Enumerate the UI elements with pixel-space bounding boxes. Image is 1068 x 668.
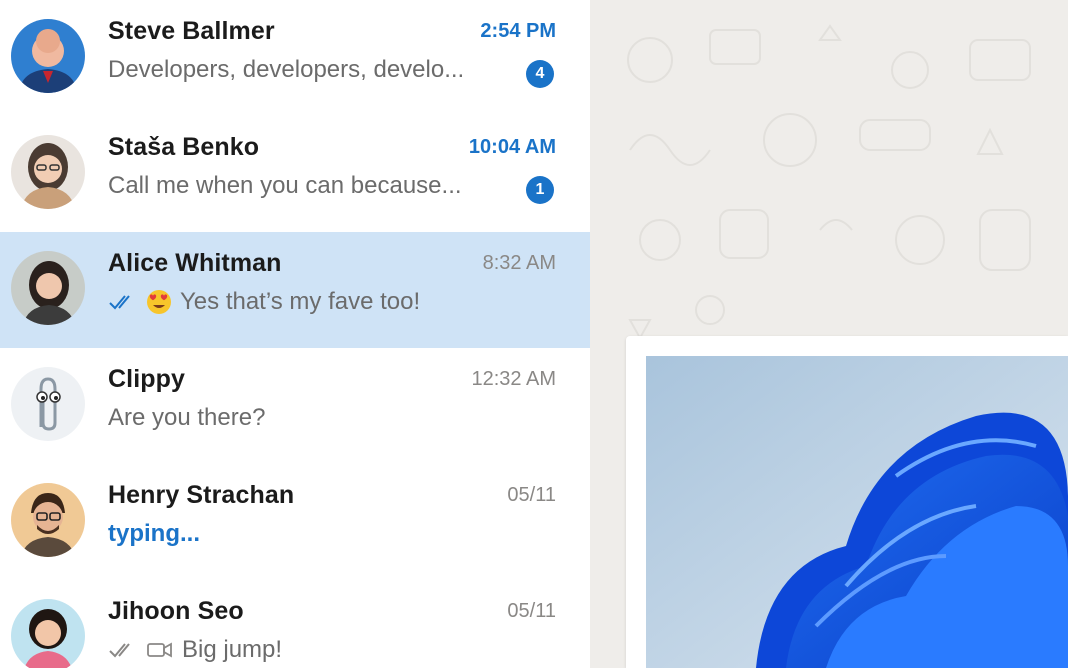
contact-name: Henry Strachan xyxy=(108,481,295,509)
preview-text: Call me when you can because... xyxy=(108,172,462,199)
avatar xyxy=(11,19,85,93)
windows-bloom-image[interactable] xyxy=(646,356,1068,668)
unread-badge: 4 xyxy=(526,60,554,88)
chat-item-jihoon-seo[interactable]: Jihoon Seo 05/11 Big jump! xyxy=(0,580,590,668)
typing-indicator: typing... xyxy=(108,520,200,547)
avatar xyxy=(11,367,85,441)
message-time: 05/11 xyxy=(507,600,556,622)
message-preview: Are you there? xyxy=(108,404,265,432)
contact-name: Jihoon Seo xyxy=(108,597,244,625)
contact-name: Steve Ballmer xyxy=(108,17,275,45)
chat-list: Steve Ballmer 2:54 PM Developers, develo… xyxy=(0,0,590,668)
chat-item-stasa-benko[interactable]: Staša Benko 10:04 AM Call me when you ca… xyxy=(0,116,590,232)
message-preview: typing... xyxy=(108,520,200,548)
contact-name: Alice Whitman xyxy=(108,249,282,277)
image-message[interactable] xyxy=(626,336,1068,668)
message-time: 10:04 AM xyxy=(468,136,556,158)
chat-item-steve-ballmer[interactable]: Steve Ballmer 2:54 PM Developers, develo… xyxy=(0,0,590,116)
avatar xyxy=(11,599,85,668)
chat-item-alice-whitman[interactable]: Alice Whitman 8:32 AM Yes that’s my fave… xyxy=(0,232,590,348)
chat-item-clippy[interactable]: Clippy 12:32 AM Are you there? xyxy=(0,348,590,464)
message-time: 2:54 PM xyxy=(480,20,556,42)
unread-badge: 1 xyxy=(526,176,554,204)
avatar xyxy=(11,483,85,557)
message-preview: Big jump! xyxy=(108,636,282,664)
message-time: 05/11 xyxy=(507,484,556,506)
double-check-icon xyxy=(108,293,138,311)
double-check-icon xyxy=(108,641,138,659)
avatar xyxy=(11,135,85,209)
chat-item-henry-strachan[interactable]: Henry Strachan 05/11 typing... xyxy=(0,464,590,580)
heart-eyes-emoji-icon xyxy=(146,289,172,315)
message-time: 12:32 AM xyxy=(471,368,556,390)
preview-text: Are you there? xyxy=(108,404,266,431)
preview-text: Developers, developers, develo... xyxy=(108,56,465,83)
message-time: 8:32 AM xyxy=(482,252,556,274)
preview-text: Yes that’s my fave too! xyxy=(180,288,421,315)
video-icon xyxy=(146,640,174,660)
message-preview: Call me when you can because... xyxy=(108,172,462,200)
message-preview: Developers, developers, develo... xyxy=(108,56,464,84)
contact-name: Staša Benko xyxy=(108,133,260,161)
contact-name: Clippy xyxy=(108,365,185,393)
preview-text: Big jump! xyxy=(182,636,283,663)
avatar xyxy=(11,251,85,325)
message-preview: Yes that’s my fave too! xyxy=(108,288,420,316)
